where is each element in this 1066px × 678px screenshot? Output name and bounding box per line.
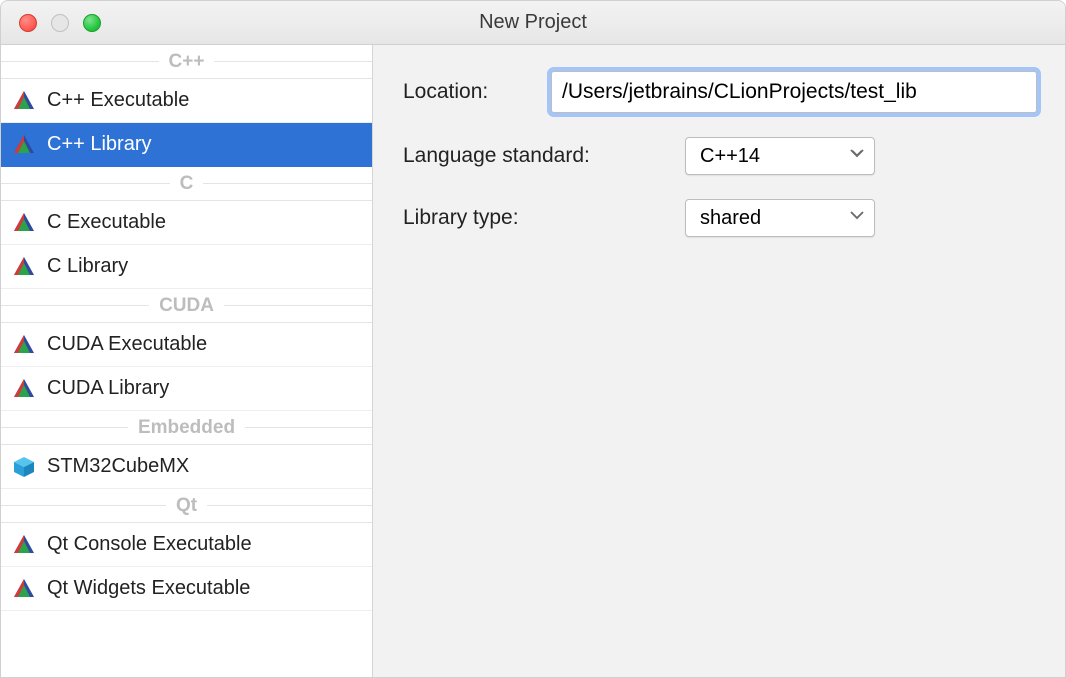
window-title: New Project — [1, 11, 1065, 34]
language-standard-value: C++14 — [700, 145, 760, 168]
sidebar-item[interactable]: STM32CubeMX — [1, 445, 372, 489]
location-input[interactable] — [551, 71, 1037, 113]
triangle-icon — [11, 132, 37, 158]
sidebar-group-header: C — [1, 167, 372, 201]
sidebar-item[interactable]: C++ Library — [1, 123, 372, 167]
sidebar-group-header: C++ — [1, 45, 372, 79]
sidebar-item-label: Qt Widgets Executable — [47, 577, 250, 600]
sidebar-group-header: Qt — [1, 489, 372, 523]
sidebar-item[interactable]: C++ Executable — [1, 79, 372, 123]
chevron-down-icon — [848, 206, 866, 230]
sidebar-item-label: C Library — [47, 255, 128, 278]
library-type-select[interactable]: shared — [685, 199, 875, 237]
sidebar-item[interactable]: Qt Console Executable — [1, 523, 372, 567]
library-type-row: Library type: shared — [403, 199, 1037, 237]
library-type-value: shared — [700, 207, 761, 230]
new-project-window: New Project C++ C++ Executable C++ Libra… — [0, 0, 1066, 678]
sidebar-group-header: CUDA — [1, 289, 372, 323]
sidebar-item-label: CUDA Executable — [47, 333, 207, 356]
sidebar-item[interactable]: Qt Widgets Executable — [1, 567, 372, 611]
location-row: Location: — [403, 71, 1037, 113]
sidebar-group-header: Embedded — [1, 411, 372, 445]
sidebar-group-label: C — [170, 173, 204, 195]
triangle-icon — [11, 254, 37, 280]
sidebar-item-label: C++ Library — [47, 133, 152, 156]
triangle-icon — [11, 332, 37, 358]
sidebar-item-label: STM32CubeMX — [47, 455, 189, 478]
triangle-icon — [11, 532, 37, 558]
sidebar-item[interactable]: CUDA Executable — [1, 323, 372, 367]
triangle-icon — [11, 210, 37, 236]
sidebar-group-label: C++ — [159, 51, 215, 73]
sidebar-item[interactable]: CUDA Library — [1, 367, 372, 411]
language-standard-row: Language standard: C++14 — [403, 137, 1037, 175]
form-panel: Location: Language standard: C++14 Libra… — [373, 45, 1065, 677]
sidebar-group-label: Embedded — [128, 417, 245, 439]
sidebar-item-label: C Executable — [47, 211, 166, 234]
sidebar-group-label: CUDA — [149, 295, 224, 317]
location-label: Location: — [403, 80, 551, 104]
titlebar: New Project — [1, 1, 1065, 45]
window-zoom-button[interactable] — [83, 14, 101, 32]
language-standard-select[interactable]: C++14 — [685, 137, 875, 175]
sidebar-group-label: Qt — [166, 495, 207, 517]
window-controls — [1, 14, 101, 32]
sidebar-item-label: CUDA Library — [47, 377, 169, 400]
triangle-icon — [11, 576, 37, 602]
sidebar-item[interactable]: C Executable — [1, 201, 372, 245]
triangle-icon — [11, 88, 37, 114]
sidebar-item-label: C++ Executable — [47, 89, 189, 112]
chevron-down-icon — [848, 144, 866, 168]
sidebar-item[interactable]: C Library — [1, 245, 372, 289]
window-close-button[interactable] — [19, 14, 37, 32]
sidebar-item-label: Qt Console Executable — [47, 533, 252, 556]
language-standard-label: Language standard: — [403, 144, 685, 168]
triangle-icon — [11, 376, 37, 402]
project-type-sidebar: C++ C++ Executable C++ Library C C Execut… — [1, 45, 373, 677]
cube-icon — [11, 454, 37, 480]
library-type-label: Library type: — [403, 206, 685, 230]
window-minimize-button[interactable] — [51, 14, 69, 32]
dialog-body: C++ C++ Executable C++ Library C C Execut… — [1, 45, 1065, 677]
